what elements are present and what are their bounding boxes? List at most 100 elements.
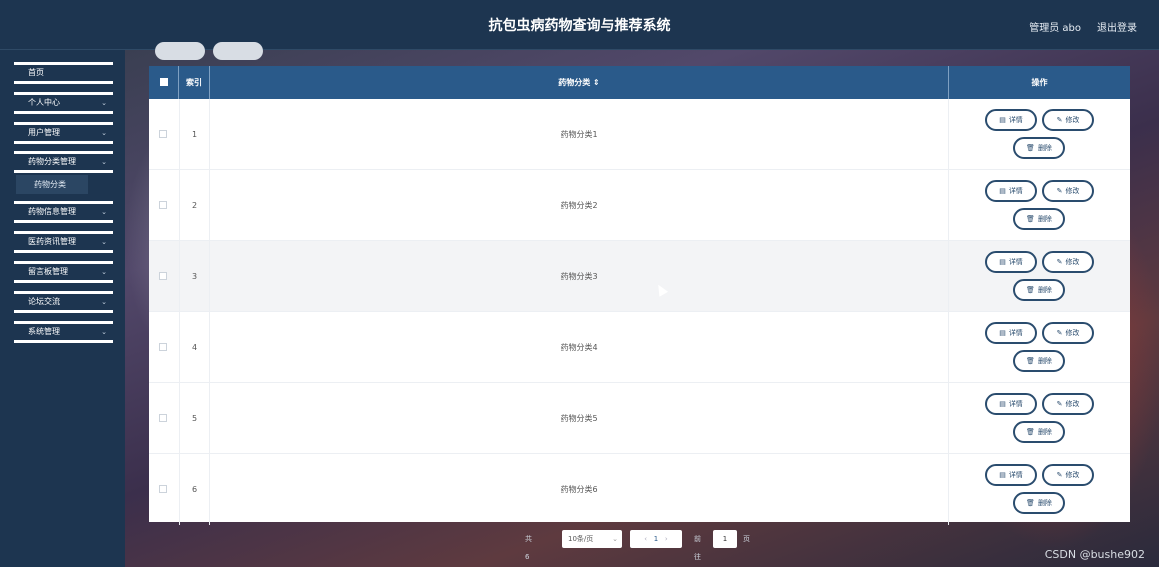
trash-icon: 🗑 [1026, 428, 1035, 436]
delete-button[interactable]: 🗑 删除 [1013, 492, 1065, 514]
sidebar-item-label: 系统管理 [28, 327, 60, 336]
checkbox-icon [159, 414, 167, 422]
detail-button[interactable]: ▤ 详情 [985, 393, 1037, 415]
row-category: 药物分类2 [210, 170, 949, 241]
row-checkbox[interactable] [149, 454, 179, 525]
table-row: 5 药物分类5 ▤ 详情 ✎ 修改 🗑 删除 [149, 383, 1130, 454]
button-label: 删除 [1037, 286, 1052, 294]
row-index: 2 [179, 170, 210, 241]
table-row: 3 药物分类3 ▤ 详情 ✎ 修改 🗑 删除 [149, 241, 1130, 312]
table-row: 4 药物分类4 ▤ 详情 ✎ 修改 🗑 删除 [149, 312, 1130, 383]
row-index: 6 [179, 454, 210, 525]
goto-label: 前往 [694, 535, 701, 561]
goto-page-input[interactable]: 1 [713, 530, 737, 548]
edit-button[interactable]: ✎ 修改 [1042, 251, 1094, 273]
column-header-index: 索引 [179, 66, 210, 99]
edit-button[interactable]: ✎ 修改 [1042, 464, 1094, 486]
button-label: 修改 [1065, 400, 1080, 408]
row-category: 药物分类3 [210, 241, 949, 312]
row-checkbox[interactable] [149, 241, 179, 312]
row-checkbox[interactable] [149, 383, 179, 454]
button-label: 详情 [1008, 329, 1023, 337]
row-checkbox[interactable] [149, 312, 179, 383]
detail-button[interactable]: ▤ 详情 [985, 464, 1037, 486]
column-header-ops: 操作 [1031, 78, 1048, 87]
sidebar-item-news[interactable]: 医药资讯管理 ⌄ [14, 231, 113, 253]
detail-button[interactable]: ▤ 详情 [985, 109, 1037, 131]
button-label: 修改 [1065, 471, 1080, 479]
delete-button[interactable]: 🗑 删除 [1013, 208, 1065, 230]
row-index: 4 [179, 312, 210, 383]
toolbar-button[interactable] [213, 42, 263, 60]
sidebar-item-label: 用户管理 [28, 128, 60, 137]
checkbox-icon [159, 485, 167, 493]
row-index: 5 [179, 383, 210, 454]
edit-button[interactable]: ✎ 修改 [1042, 109, 1094, 131]
sidebar-item-label: 药物分类管理 [28, 157, 76, 166]
sidebar-subitem-drug-category[interactable]: 药物分类 [16, 175, 88, 194]
trash-icon: 🗑 [1026, 144, 1035, 152]
sidebar-item-messages[interactable]: 留言板管理 ⌄ [14, 261, 113, 283]
button-label: 删除 [1037, 144, 1052, 152]
row-actions: ▤ 详情 ✎ 修改 🗑 删除 [949, 99, 1130, 170]
pencil-icon: ✎ [1056, 116, 1063, 124]
list-icon: ▤ [999, 258, 1006, 266]
app-title: 抗包虫病药物查询与推荐系统 [488, 18, 671, 34]
prev-page-button[interactable]: ‹ [644, 535, 647, 543]
sidebar-item-users[interactable]: 用户管理 ⌄ [14, 122, 113, 144]
row-actions: ▤ 详情 ✎ 修改 🗑 删除 [949, 170, 1130, 241]
button-label: 详情 [1008, 258, 1023, 266]
checkbox-icon [159, 77, 168, 86]
row-category: 药物分类6 [210, 454, 949, 525]
delete-button[interactable]: 🗑 删除 [1013, 350, 1065, 372]
watermark: CSDN @bushe902 [1044, 548, 1145, 561]
row-category: 药物分类1 [210, 99, 949, 170]
chevron-down-icon: ⌄ [612, 535, 618, 543]
sidebar: 首页 个人中心 ⌄ 用户管理 ⌄ 药物分类管理 ⌄ 药物分类 药物信息管理 ⌄ 医药资讯… [0, 50, 125, 567]
button-label: 删除 [1037, 499, 1052, 507]
toolbar-button[interactable] [155, 42, 205, 60]
detail-button[interactable]: ▤ 详情 [985, 180, 1037, 202]
column-header-category[interactable]: 药物分类 ⇕ [210, 66, 949, 99]
select-all-checkbox[interactable] [149, 66, 179, 99]
table-row: 1 药物分类1 ▤ 详情 ✎ 修改 🗑 删除 [149, 99, 1130, 170]
sidebar-item-home[interactable]: 首页 [14, 62, 113, 84]
pencil-icon: ✎ [1056, 187, 1063, 195]
button-label: 详情 [1008, 187, 1023, 195]
button-label: 删除 [1037, 428, 1052, 436]
trash-icon: 🗑 [1026, 357, 1035, 365]
sidebar-item-system[interactable]: 系统管理 ⌄ [14, 321, 113, 343]
next-page-button[interactable]: › [665, 535, 668, 543]
chevron-down-icon: ⌄ [101, 208, 107, 216]
sidebar-item-label: 首页 [28, 68, 44, 77]
chevron-down-icon: ⌄ [101, 238, 107, 246]
row-actions: ▤ 详情 ✎ 修改 🗑 删除 [949, 241, 1130, 312]
trash-icon: 🗑 [1026, 286, 1035, 294]
sidebar-item-label: 留言板管理 [28, 267, 68, 276]
table-row: 2 药物分类2 ▤ 详情 ✎ 修改 🗑 删除 [149, 170, 1130, 241]
table-header: 索引 药物分类 ⇕ 操作 [149, 66, 1130, 99]
row-checkbox[interactable] [149, 170, 179, 241]
current-page[interactable]: 1 [654, 535, 658, 543]
edit-button[interactable]: ✎ 修改 [1042, 180, 1094, 202]
button-label: 修改 [1065, 187, 1080, 195]
edit-button[interactable]: ✎ 修改 [1042, 322, 1094, 344]
button-label: 删除 [1037, 357, 1052, 365]
sidebar-item-drug-category[interactable]: 药物分类管理 ⌄ [14, 151, 113, 173]
delete-button[interactable]: 🗑 删除 [1013, 279, 1065, 301]
sidebar-item-profile[interactable]: 个人中心 ⌄ [14, 92, 113, 114]
detail-button[interactable]: ▤ 详情 [985, 322, 1037, 344]
sidebar-item-forum[interactable]: 论坛交流 ⌄ [14, 291, 113, 313]
delete-button[interactable]: 🗑 删除 [1013, 421, 1065, 443]
detail-button[interactable]: ▤ 详情 [985, 251, 1037, 273]
edit-button[interactable]: ✎ 修改 [1042, 393, 1094, 415]
logout-link[interactable]: 退出登录 [1097, 19, 1137, 34]
list-icon: ▤ [999, 329, 1006, 337]
delete-button[interactable]: 🗑 删除 [1013, 137, 1065, 159]
page-size-select[interactable]: 10条/页 ⌄ [562, 530, 622, 548]
checkbox-icon [159, 272, 167, 280]
row-checkbox[interactable] [149, 99, 179, 170]
pencil-icon: ✎ [1056, 400, 1063, 408]
sidebar-item-drug-info[interactable]: 药物信息管理 ⌄ [14, 201, 113, 223]
trash-icon: 🗑 [1026, 499, 1035, 507]
